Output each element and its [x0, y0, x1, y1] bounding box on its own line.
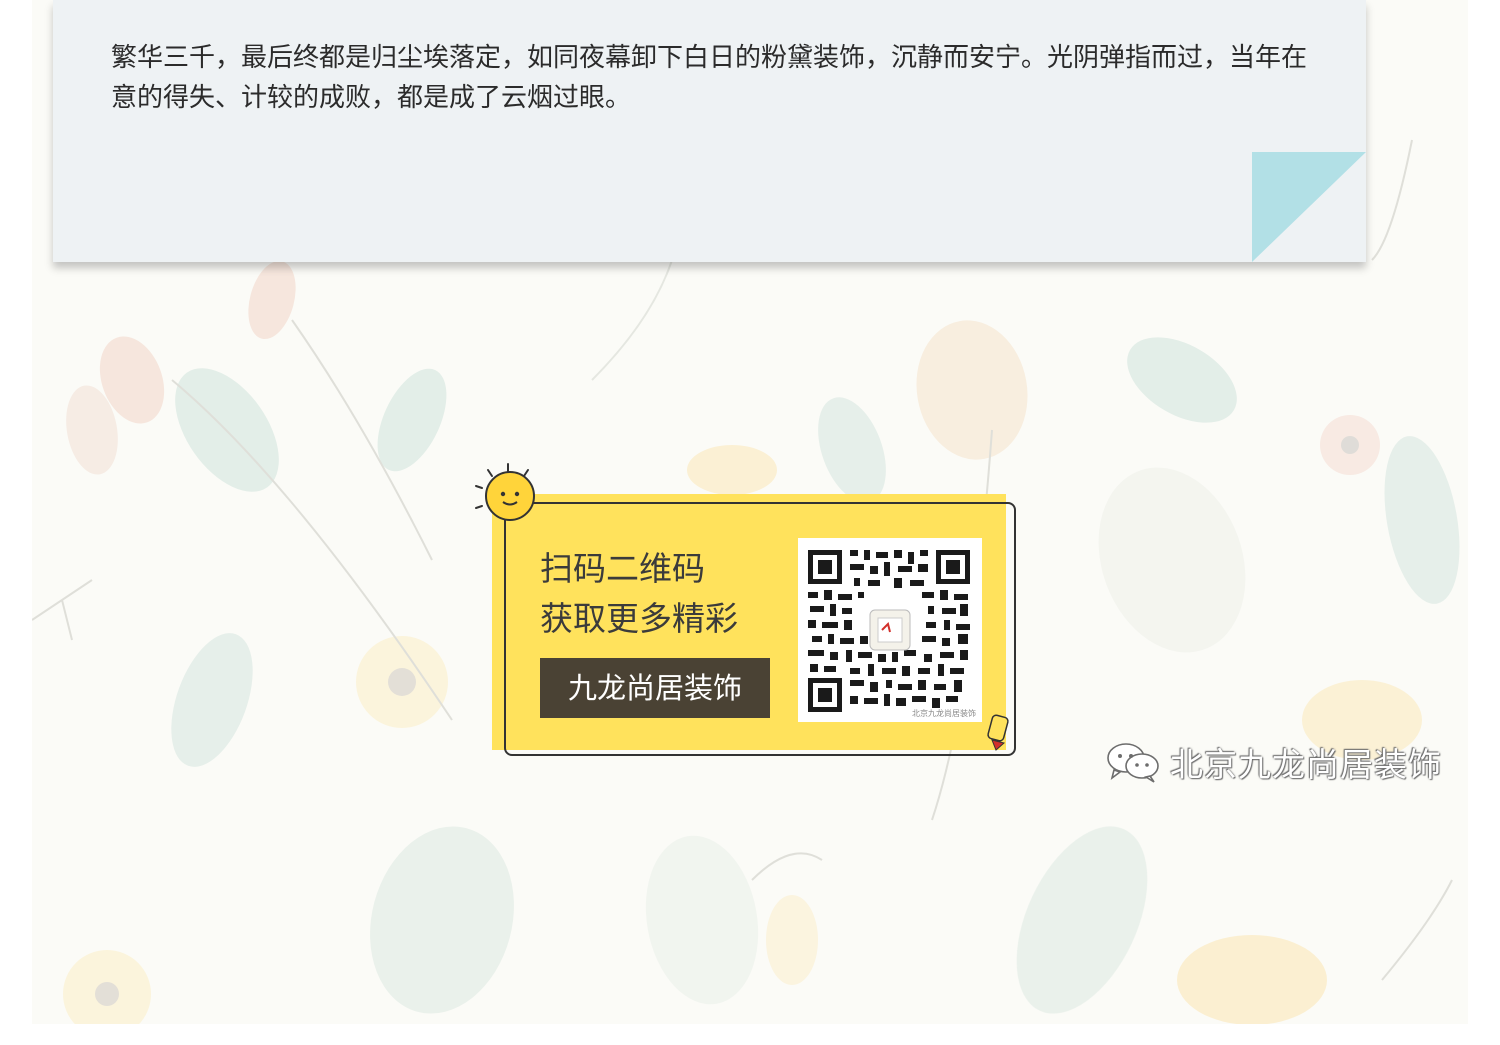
wechat-icon [1107, 743, 1159, 783]
quote-text: 繁华三千，最后终都是归尘埃落定，如同夜幕卸下白日的粉黛装饰，沉静而安宁。光阴弹指… [111, 43, 1308, 113]
pencil-icon [987, 714, 1009, 751]
quote-card: 繁华三千，最后终都是归尘埃落定，如同夜幕卸下白日的粉黛装饰，沉静而安宁。光阴弹指… [53, 0, 1366, 262]
wechat-watermark: 北京九龙尚居装饰 [1104, 738, 1442, 786]
page: 繁华三千，最后终都是归尘埃落定，如同夜幕卸下白日的粉黛装饰，沉静而安宁。光阴弹指… [0, 0, 1500, 1045]
qr-caption: 北京九龙尚居装饰 [912, 709, 976, 718]
qr-promo: 扫码二维码 获取更多精彩 九龙尚居装饰 北京九龙尚居装饰 [470, 458, 1030, 768]
promo-line-more: 获取更多精彩 [540, 599, 738, 638]
qr-code-icon [808, 550, 970, 712]
sun-face-icon [475, 463, 535, 521]
page-fold-corner [1252, 152, 1366, 262]
watermark-text: 北京九龙尚居装饰 [1170, 745, 1442, 784]
qr-code[interactable]: 北京九龙尚居装饰 [798, 538, 982, 722]
brand-button[interactable]: 九龙尚居装饰 [540, 658, 770, 718]
promo-line-scan: 扫码二维码 [540, 549, 705, 588]
